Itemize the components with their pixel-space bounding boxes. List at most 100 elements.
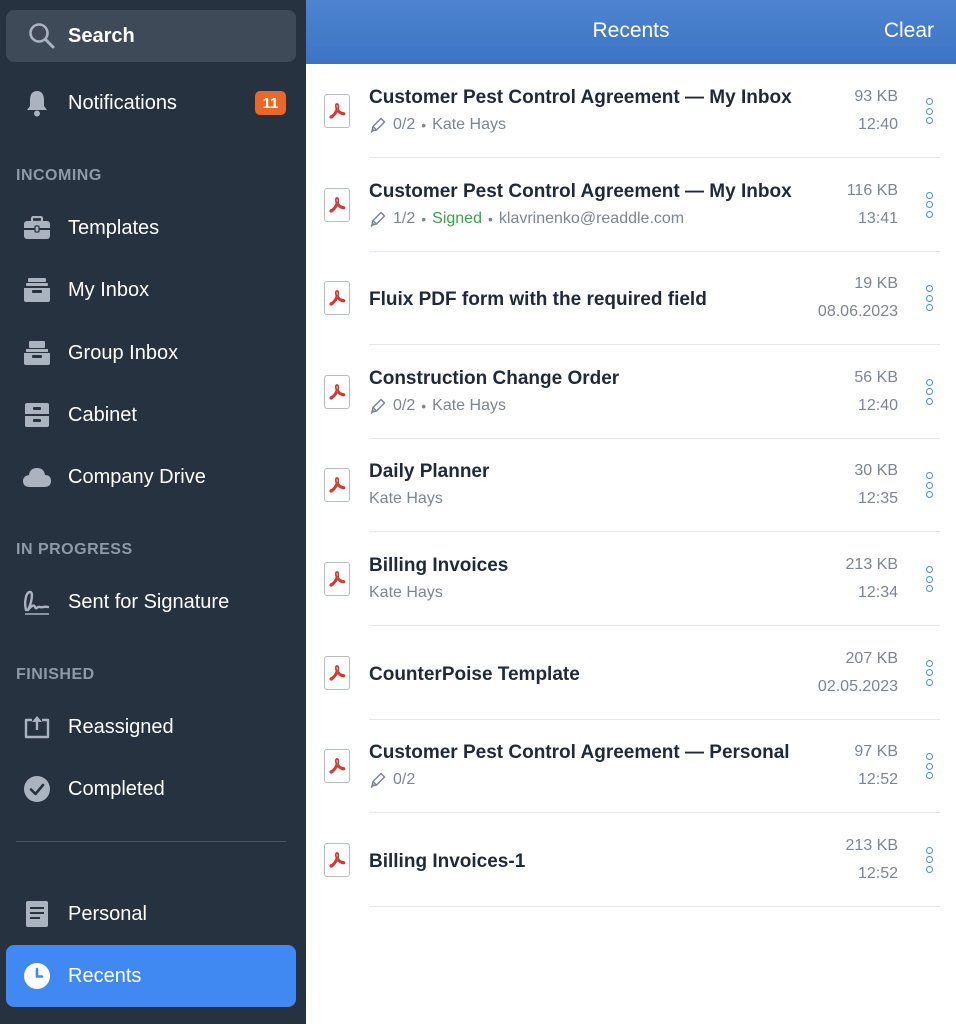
pen-icon (369, 771, 387, 789)
sidebar-item-label: Group Inbox (68, 341, 179, 364)
pdf-icon (324, 749, 350, 784)
signing-progress: 0/2 (393, 116, 416, 133)
file-subtitle: 0/2 • Kate Hays (369, 116, 506, 134)
pdf-icon (324, 842, 350, 877)
checkmark-circle-icon (22, 774, 52, 804)
signing-progress: 0/2 (393, 771, 416, 789)
file-subtitle: Kate Hays (369, 490, 443, 508)
document-icon (22, 899, 52, 929)
file-row[interactable]: CounterPoise Template 207 KB 02.05.2023 (306, 626, 956, 720)
section-header-in-progress: IN PROGRESS (16, 541, 133, 558)
page-title: Recents (592, 19, 670, 42)
pdf-icon (324, 468, 350, 503)
search-label: Search (68, 24, 135, 47)
sidebar-item-my-inbox[interactable]: My Inbox (0, 264, 306, 316)
file-date: 02.05.2023 (817, 677, 898, 695)
sidebar-item-notifications[interactable]: Notifications 11 (0, 77, 306, 129)
inbox-tray-icon (22, 275, 52, 305)
more-dots-icon[interactable] (922, 378, 936, 405)
separator-dot: • (421, 397, 427, 414)
sidebar-item-label: Recents (68, 964, 142, 987)
more-dots-icon[interactable] (922, 659, 936, 686)
separator-dot: • (421, 210, 427, 227)
file-title: Daily Planner (369, 461, 490, 483)
file-row[interactable]: Daily Planner Kate Hays 30 KB 12:35 (306, 438, 956, 533)
file-date: 12:40 (857, 116, 898, 133)
pen-icon (369, 397, 387, 415)
file-size: 30 KB (854, 462, 898, 480)
sidebar-item-templates[interactable]: Templates (0, 202, 306, 254)
pen-icon (369, 210, 387, 228)
sidebar: Search Notifications 11 INCOMING Templat… (0, 0, 306, 1024)
sidebar-item-cabinet[interactable]: Cabinet (0, 389, 306, 441)
section-header-incoming: INCOMING (16, 167, 102, 184)
briefcase-icon (22, 213, 52, 243)
file-row[interactable]: Billing Invoices-1 213 KB 12:52 (306, 813, 956, 907)
status-badge: Signed (432, 209, 482, 227)
file-date: 12:35 (857, 490, 898, 508)
pdf-icon (324, 562, 350, 596)
more-dots-icon[interactable] (922, 846, 936, 873)
separator-dot: • (487, 210, 493, 227)
file-title: Billing Invoices-1 (369, 850, 526, 872)
pdf-icon (324, 655, 350, 690)
file-size: 93 KB (854, 88, 898, 105)
file-owner: klavrinenko@readdle.com (498, 209, 685, 227)
file-size: 213 KB (845, 556, 898, 573)
clock-icon (22, 961, 52, 991)
reassign-icon (22, 712, 52, 742)
search-button[interactable]: Search (6, 10, 296, 62)
more-dots-icon[interactable] (922, 98, 936, 124)
pdf-icon (324, 187, 350, 222)
file-size: 116 KB (846, 181, 898, 199)
pdf-icon (324, 374, 350, 409)
file-date: 12:34 (857, 584, 898, 601)
pdf-icon (324, 281, 350, 316)
bell-icon (22, 88, 52, 118)
file-title: Customer Pest Control Agreement — My Inb… (369, 87, 792, 108)
file-row[interactable]: Customer Pest Control Agreement — My Inb… (306, 64, 956, 158)
sidebar-item-label: Reassigned (68, 715, 174, 738)
file-owner: Kate Hays (432, 396, 506, 414)
sidebar-item-label: Company Drive (68, 465, 206, 488)
signing-progress: 1/2 (393, 209, 416, 227)
sidebar-item-sent-for-signature[interactable]: Sent for Signature (0, 576, 306, 628)
sidebar-item-company-drive[interactable]: Company Drive (0, 451, 306, 503)
sidebar-item-reassigned[interactable]: Reassigned (0, 701, 306, 753)
notifications-badge: 11 (255, 91, 286, 115)
file-row[interactable]: Fluix PDF form with the required field 19… (306, 251, 956, 346)
file-date: 12:40 (857, 396, 898, 414)
sidebar-divider (16, 841, 286, 842)
file-subtitle: 0/2 • Kate Hays (369, 397, 506, 415)
sidebar-item-personal[interactable]: Personal (0, 888, 306, 940)
file-title: Customer Pest Control Agreement — Person… (369, 742, 790, 764)
file-title: Fluix PDF form with the required field (369, 289, 707, 311)
cloud-icon (22, 462, 52, 492)
file-size: 213 KB (845, 836, 898, 854)
more-dots-icon[interactable] (922, 285, 936, 312)
section-header-finished: FINISHED (16, 666, 95, 683)
sidebar-item-label: Personal (68, 902, 147, 925)
search-icon (29, 23, 55, 49)
file-size: 207 KB (845, 649, 898, 667)
row-divider (369, 905, 940, 907)
sidebar-item-recents[interactable]: Recents (6, 945, 296, 1007)
file-owner: Kate Hays (369, 490, 443, 508)
more-dots-icon[interactable] (922, 472, 936, 499)
sidebar-item-completed[interactable]: Completed (0, 763, 306, 815)
clear-button[interactable]: Clear (884, 19, 934, 43)
file-row[interactable]: Construction Change Order 0/2 • Kate Hays 56… (306, 345, 956, 439)
more-dots-icon[interactable] (922, 566, 936, 592)
sidebar-item-group-inbox[interactable]: Group Inbox (0, 327, 306, 379)
file-row[interactable]: Customer Pest Control Agreement — Person… (306, 719, 956, 814)
file-owner: Kate Hays (432, 116, 506, 133)
more-dots-icon[interactable] (922, 753, 936, 780)
file-row[interactable]: Customer Pest Control Agreement — My Inb… (306, 158, 956, 252)
file-date: 13:41 (857, 209, 898, 227)
sidebar-item-label: Cabinet (68, 403, 137, 426)
more-dots-icon[interactable] (922, 191, 936, 218)
file-row[interactable]: Billing Invoices Kate Hays 213 KB 12:34 (306, 532, 956, 626)
file-date: 08.06.2023 (817, 303, 898, 321)
file-owner: Kate Hays (369, 584, 443, 601)
sidebar-item-label: My Inbox (68, 278, 150, 301)
